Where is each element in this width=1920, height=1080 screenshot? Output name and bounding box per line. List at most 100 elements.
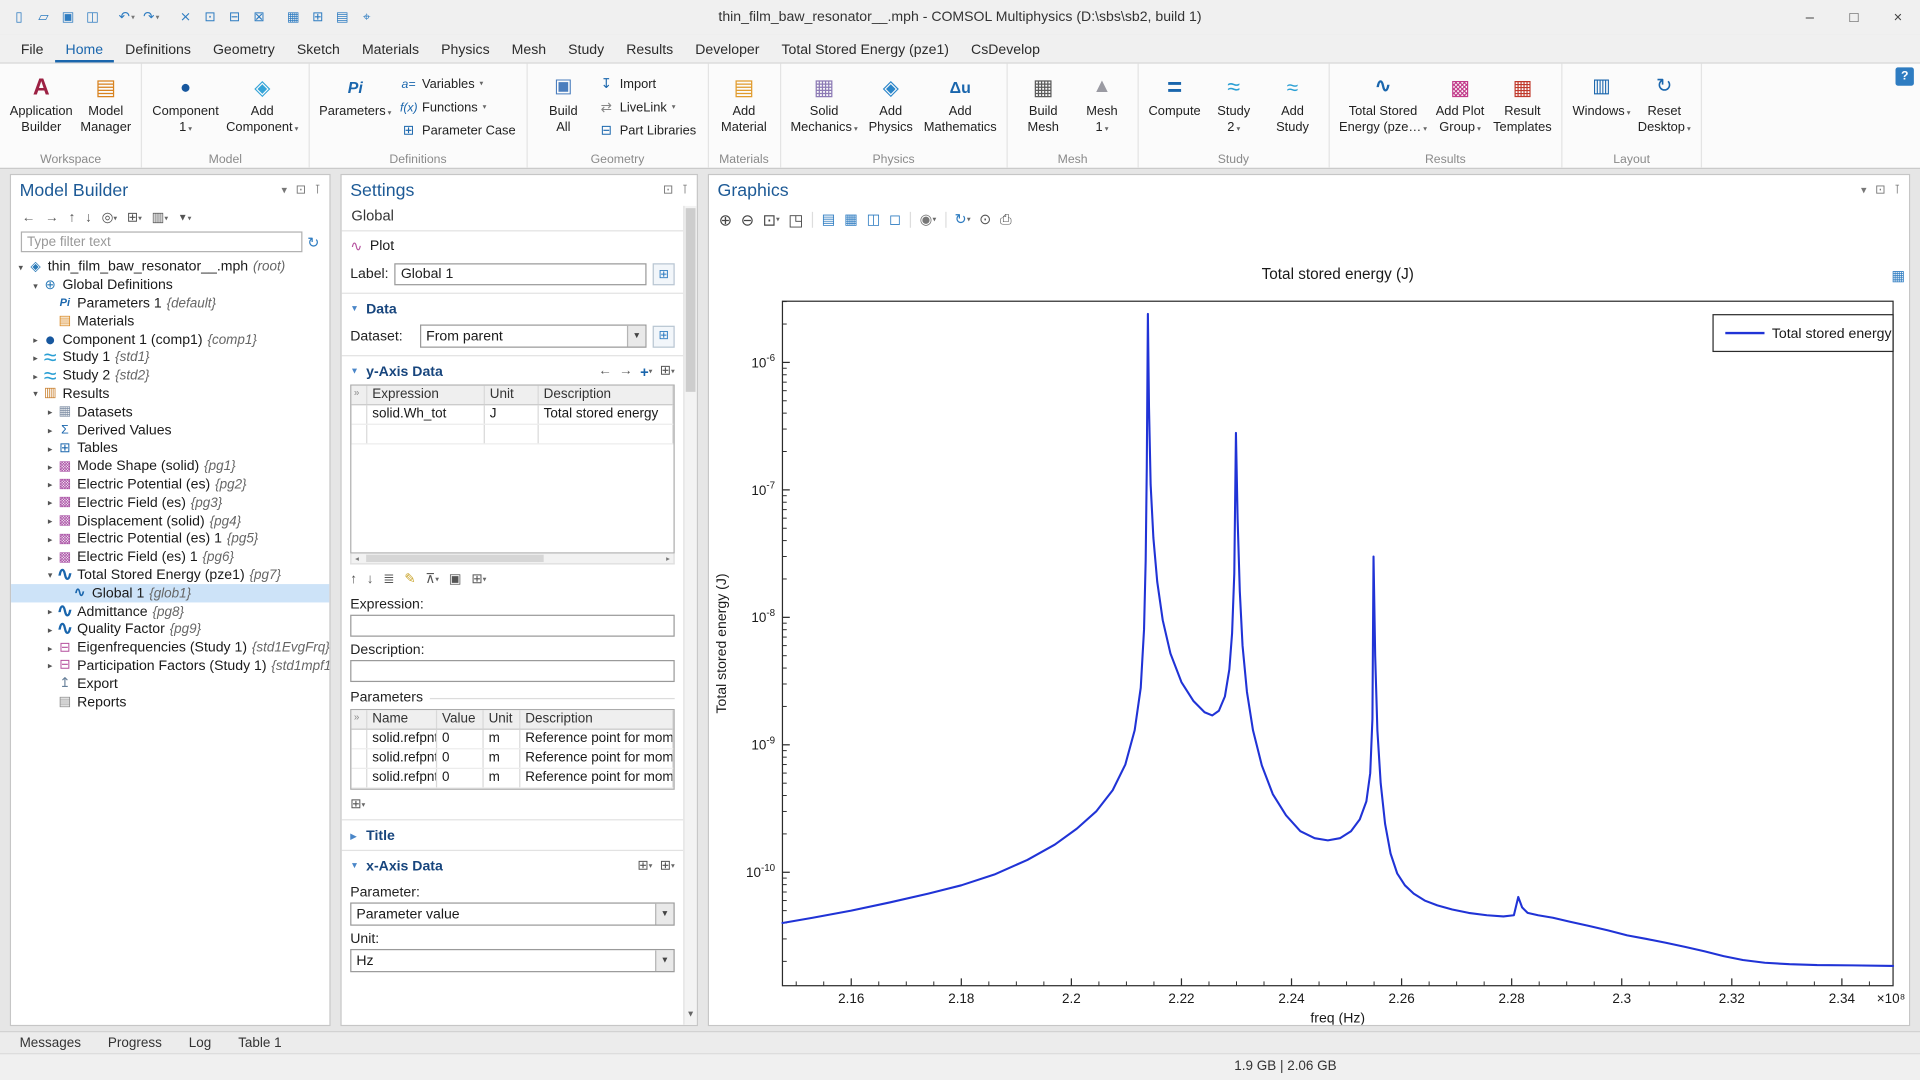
scroll-right-icon[interactable]: ▸ xyxy=(662,554,673,563)
settings-scrollbar[interactable]: ▼ xyxy=(683,206,696,1025)
table-row[interactable]: solid.refpnty0mReference point for mom..… xyxy=(351,749,673,769)
ribbon-add-material-button[interactable]: ▤Add Material xyxy=(715,67,774,137)
ribbon-add-component-button[interactable]: ◈Add Component ▾ xyxy=(222,67,302,137)
ribbon-build-mesh-button[interactable]: ▦Build Mesh xyxy=(1014,67,1073,137)
table-hscrollbar[interactable]: ◂ ▸ xyxy=(350,553,674,564)
snapshot-button[interactable]: ⊙ xyxy=(979,212,991,227)
columns-button[interactable]: ▥▾ xyxy=(152,211,168,224)
tab-results[interactable]: Results xyxy=(615,39,684,62)
tree-grid-button[interactable]: ⊞▾ xyxy=(127,211,142,224)
tree-item-materials[interactable]: ▤Materials xyxy=(11,313,329,331)
paste-button[interactable]: ⊟ xyxy=(223,5,246,29)
tab-mesh[interactable]: Mesh xyxy=(501,39,557,62)
ribbon-variables-button[interactable]: a=Variables▾ xyxy=(395,72,520,95)
move-up-button[interactable]: ↑ xyxy=(69,211,76,224)
ribbon-result-templates-button[interactable]: ▦Result Templates xyxy=(1489,67,1555,137)
tree-item-global-definitions[interactable]: ▾⊕Global Definitions xyxy=(11,276,329,294)
parameter-combobox[interactable]: Parameter value ▼ xyxy=(350,902,674,925)
expand-arrow-icon[interactable]: ▸ xyxy=(44,534,56,545)
new-file-button[interactable]: ▯ xyxy=(7,5,30,29)
close-button[interactable]: × xyxy=(1876,0,1920,34)
zoom-out-button[interactable]: ⊖ xyxy=(741,211,754,227)
tab-definitions[interactable]: Definitions xyxy=(114,39,202,62)
label-input[interactable] xyxy=(395,263,647,285)
ribbon-add-plot-group-button[interactable]: ▩Add Plot Group ▾ xyxy=(1431,67,1490,137)
expand-arrow-icon[interactable]: ▸ xyxy=(29,371,41,382)
plot-tools-icon[interactable]: ▦ xyxy=(1891,267,1905,284)
table-settings-button[interactable]: ⊞▾ xyxy=(350,798,365,811)
ribbon-import-button[interactable]: ↧Import xyxy=(593,72,701,95)
table-row[interactable]: solid.refpntx0mReference point for mom..… xyxy=(351,730,673,750)
ribbon-windows-button[interactable]: ▥Windows ▾ xyxy=(1569,67,1634,122)
tree-item-participation-factors-study-1[interactable]: ▸⊟Participation Factors (Study 1){std1mp… xyxy=(11,657,329,675)
dataset-add-button[interactable]: ⊞ xyxy=(653,325,675,347)
expand-arrow-icon[interactable]: ▾ xyxy=(15,262,27,273)
tree-item-mode-shape-solid[interactable]: ▸▩Mode Shape (solid){pg1} xyxy=(11,458,329,476)
edit-button[interactable]: ✎ xyxy=(404,572,415,585)
expand-arrow-icon[interactable]: ▸ xyxy=(44,425,56,436)
label-table-button[interactable]: ⊞ xyxy=(653,263,675,285)
table-row[interactable]: solid.refpntz0mReference point for mom..… xyxy=(351,769,673,789)
table-window-button[interactable]: ▤ xyxy=(331,5,354,29)
tree-item-datasets[interactable]: ▸▦Datasets xyxy=(11,403,329,421)
filter-button[interactable]: ▼▾ xyxy=(178,213,191,223)
ribbon-application-builder-button[interactable]: AApplication Builder xyxy=(6,67,76,137)
expand-arrow-icon[interactable]: ▸ xyxy=(44,497,56,508)
ribbon-add-study-button[interactable]: ≈Add Study xyxy=(1263,67,1322,137)
next-button[interactable]: → xyxy=(619,365,632,378)
list-button[interactable]: ≣ xyxy=(383,572,394,585)
table-row[interactable]: solid.Wh_totJTotal stored energy xyxy=(351,405,673,425)
float-panel-button[interactable]: ⊡ xyxy=(663,184,673,196)
scrollbar-thumb[interactable] xyxy=(686,208,696,392)
find-button[interactable]: ⌖ xyxy=(355,5,378,29)
expand-arrow-icon[interactable]: ▸ xyxy=(44,407,56,418)
ribbon-reset-desktop-button[interactable]: ↻Reset Desktop ▾ xyxy=(1634,67,1694,137)
table-settings-button[interactable]: ⊞▾ xyxy=(637,860,652,873)
filter-input[interactable] xyxy=(21,231,303,252)
move-down-button[interactable]: ↓ xyxy=(367,572,374,585)
tree-item-electric-field-es[interactable]: ▸▩Electric Field (es){pg3} xyxy=(11,494,329,512)
tree-item-electric-potential-es[interactable]: ▸▩Electric Potential (es){pg2} xyxy=(11,476,329,494)
ribbon-model-manager-button[interactable]: ▤Model Manager xyxy=(76,67,135,137)
plot-canvas[interactable]: ▦ Total stored energy (J)2.162.182.22.22… xyxy=(709,233,1909,1025)
add-to-table-button[interactable]: ⊞ xyxy=(306,5,329,29)
tree-item-eigenfrequencies-study-1[interactable]: ▸⊟Eigenfrequencies (Study 1){std1EvgFrq} xyxy=(11,639,329,657)
table-settings-button[interactable]: ⊞▾ xyxy=(660,365,675,378)
scroll-left-icon[interactable]: ◂ xyxy=(351,554,362,563)
tab-geometry[interactable]: Geometry xyxy=(202,39,286,62)
section-data[interactable]: ▼ Data xyxy=(350,296,674,322)
open-file-button[interactable]: ▱ xyxy=(32,5,55,29)
tab-developer[interactable]: Developer xyxy=(684,39,770,62)
refresh-icon[interactable]: ↻ xyxy=(307,233,319,250)
ribbon-livelink-button[interactable]: ⇄LiveLink▾ xyxy=(593,96,701,119)
frame-a-button[interactable]: ◫ xyxy=(867,212,881,227)
expand-arrow-icon[interactable]: ▸ xyxy=(44,661,56,672)
print-button[interactable]: ⎙ xyxy=(1000,212,1012,227)
tree-item-tables[interactable]: ▸⊞Tables xyxy=(11,440,329,458)
move-to-table-button[interactable]: ▦ xyxy=(282,5,305,29)
tree-item-results[interactable]: ▾▥Results xyxy=(11,385,329,403)
zoom-in-button[interactable]: ⊕ xyxy=(719,211,732,227)
section-title[interactable]: ▶ Title xyxy=(350,823,674,849)
cut-button[interactable]: ⨯ xyxy=(174,5,197,29)
redo-button[interactable]: ↷▾ xyxy=(140,5,163,29)
axis-button[interactable]: ▤ xyxy=(822,212,836,227)
dock-tab-table-1[interactable]: Table 1 xyxy=(226,1034,294,1051)
combo-caret-icon[interactable]: ▼ xyxy=(655,950,673,971)
ribbon-mesh-1-button[interactable]: ▲Mesh 1 ▾ xyxy=(1073,67,1132,137)
ribbon-add-mathematics-button[interactable]: ΔuAdd Mathematics xyxy=(920,67,1000,137)
ribbon-parameters-button[interactable]: PiParameters ▾ xyxy=(315,67,395,122)
menu-caret-button[interactable]: ▾ xyxy=(281,185,287,196)
plot-button[interactable]: ∿ Plot xyxy=(350,233,674,260)
expand-arrow-icon[interactable]: ▾ xyxy=(29,280,41,291)
expand-arrow-icon[interactable]: ▸ xyxy=(44,443,56,454)
ribbon-functions-button[interactable]: f(x)Functions▾ xyxy=(395,96,520,119)
model-viewer-button[interactable]: ◫ xyxy=(81,5,104,29)
move-down-button[interactable]: ↓ xyxy=(85,211,92,224)
tree-item-electric-potential-es-1[interactable]: ▸▩Electric Potential (es) 1{pg5} xyxy=(11,530,329,548)
expand-arrow-icon[interactable]: ▸ xyxy=(44,516,56,527)
forward-button[interactable]: → xyxy=(45,211,58,224)
description-input[interactable] xyxy=(350,660,674,682)
ribbon-add-physics-button[interactable]: ◈Add Physics xyxy=(861,67,920,137)
tree-item-export[interactable]: ↥Export xyxy=(11,675,329,693)
